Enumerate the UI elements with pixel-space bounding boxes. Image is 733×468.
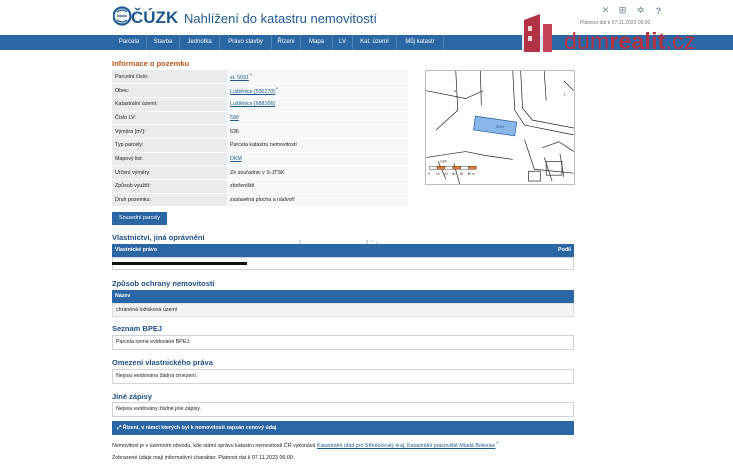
section-protection-title: Způsob ochrany nemovitosti bbox=[112, 279, 215, 288]
map-scale-bar: 0 10 20 30 40 50 m bbox=[428, 166, 477, 176]
info-value-cell: Parcela katastru nemovitostí bbox=[227, 138, 408, 153]
protection-header: Název bbox=[112, 290, 574, 303]
info-label: Způsob využití: bbox=[112, 179, 227, 194]
protection-row: chráněná ložisková území bbox=[112, 303, 574, 317]
bpej-row: Parcela nemá evidované BPEJ. bbox=[112, 335, 574, 350]
info-value-cell: Luštěnice [688106] bbox=[227, 97, 408, 112]
tools-icon[interactable]: ✕ bbox=[600, 5, 611, 16]
watermark-logo bbox=[522, 14, 552, 52]
svg-text:40: 40 bbox=[460, 172, 464, 176]
parcel-map[interactable]: 5091 4 1 1/24 0 10 20 30 40 50 m bbox=[425, 70, 575, 185]
restrictions-row: Nejsou evidována žádná omezení. bbox=[112, 369, 574, 384]
other-records-row: Nejsou evidovány žádné jiné zápisy. bbox=[112, 402, 574, 417]
cart-icon[interactable]: ⊞ bbox=[617, 5, 628, 16]
info-row: Číslo LV: 590 bbox=[112, 111, 408, 126]
external-link-icon: ↗ bbox=[248, 72, 253, 78]
info-row: Typ parcely: Parcela katastru nemovitostí bbox=[112, 138, 408, 153]
nav-stavba[interactable]: Stavba bbox=[147, 35, 180, 50]
info-label: Výměra [m²]: bbox=[112, 124, 227, 139]
office-note-text: Nemovitost je v územním obvodu, kde stát… bbox=[112, 442, 316, 449]
nav-rizeni[interactable]: Řízení bbox=[272, 35, 301, 50]
info-row: Obec: Luštěnice [536270]↗ bbox=[112, 83, 408, 98]
ownership-col-right: Vlastnické právo bbox=[115, 247, 158, 253]
info-row: Katastrální území: Luštěnice [688106] bbox=[112, 97, 408, 112]
parcel-info-table: Parcelní číslo: st. 5091↗ Obec: Luštěnice [… bbox=[112, 70, 408, 208]
info-value-cell: zastavěná plocha a nádvoří bbox=[227, 193, 408, 208]
cuzk-logo[interactable]: ČÚZK bbox=[113, 4, 183, 28]
info-row: Výměra [m²]: 636 bbox=[112, 124, 408, 139]
neighbors-button[interactable]: Sousední parcely bbox=[112, 212, 167, 225]
help-icon[interactable]: ? bbox=[653, 5, 664, 16]
info-value: 636 bbox=[230, 128, 239, 135]
info-value-link[interactable]: 590 bbox=[230, 115, 239, 121]
info-value-cell: 636 bbox=[227, 124, 408, 139]
section-ownership-title: Vlastnictví, jiná oprávnění bbox=[112, 233, 205, 242]
nav-kat-uzemi[interactable]: Kat. území bbox=[353, 35, 397, 50]
info-value: zbořeniště bbox=[230, 183, 255, 190]
info-row: Určení výměry: Ze souřadnic v S-JTSK bbox=[112, 165, 408, 180]
info-value-link[interactable]: Luštěnice [536270] bbox=[230, 89, 275, 95]
info-value: zastavěná plocha a nádvoří bbox=[230, 197, 295, 204]
info-value-cell: Ze souřadnic v S-JTSK bbox=[227, 165, 408, 180]
logo-text: ČÚZK bbox=[131, 8, 179, 27]
info-row: Druh pozemku: zastavěná plocha a nádvoří bbox=[112, 193, 408, 208]
validity-note: Platnost dat k 07.11.2023 06:00 bbox=[580, 20, 651, 26]
redacted-owner bbox=[112, 262, 247, 265]
info-value-cell: st. 5091↗ bbox=[227, 70, 408, 85]
info-value-link[interactable]: st. 5091 bbox=[230, 75, 249, 81]
ownership-header: Vlastnické právo Podíl bbox=[112, 244, 574, 257]
external-link-icon: ↗ bbox=[495, 440, 499, 445]
info-label: Typ parcely: bbox=[112, 138, 227, 153]
price-records-bar[interactable]: ⤢ Řízení, v rámci kterých byl k nemovito… bbox=[112, 421, 574, 435]
info-value-cell: DKM bbox=[227, 152, 408, 167]
info-value-link[interactable]: Luštěnice [688106] bbox=[230, 101, 275, 107]
info-label: Mapový list: bbox=[112, 152, 227, 167]
svg-text:10: 10 bbox=[436, 172, 440, 176]
data-validity-note: Zobrazené údaje mají informativní charak… bbox=[112, 455, 295, 461]
parcel-label: 5091 bbox=[496, 124, 505, 129]
nav-jednotka[interactable]: Jednotka bbox=[180, 35, 220, 50]
info-row: Mapový list: DKM bbox=[112, 152, 408, 167]
info-value: Parcela katastru nemovitostí bbox=[230, 142, 297, 149]
info-value-cell: Luštěnice [536270]↗ bbox=[227, 83, 408, 98]
office-link[interactable]: Katastrální úřad pro Středočeský kraj, K… bbox=[317, 443, 495, 449]
nav-muj-katastr[interactable]: Můj katastr bbox=[397, 35, 444, 50]
info-label: Parcelní číslo: bbox=[112, 70, 227, 85]
info-value-link[interactable]: DKM bbox=[230, 156, 242, 162]
section-other-records-title: Jiné zápisy bbox=[112, 392, 153, 401]
svg-text:20: 20 bbox=[444, 172, 448, 176]
info-label: Určení výměry: bbox=[112, 165, 227, 180]
map-label-2: 1/24 bbox=[440, 159, 447, 163]
svg-text:0: 0 bbox=[428, 172, 430, 176]
info-value-cell: zbořeniště bbox=[227, 179, 408, 194]
info-label: Katastrální území: bbox=[112, 97, 227, 112]
map-label-1: 4 bbox=[454, 90, 456, 94]
section-restrictions-title: Omezení vlastnického práva bbox=[112, 358, 213, 367]
external-link-icon: ↗ bbox=[274, 86, 279, 92]
ownership-col-share: Podíl bbox=[558, 247, 571, 253]
info-label: Druh pozemku: bbox=[112, 193, 227, 208]
info-label: Obec: bbox=[112, 83, 227, 98]
header-toolbar: ✕ ⊞ ✲ ? bbox=[600, 5, 668, 17]
svg-text:1: 1 bbox=[564, 93, 566, 97]
section-pozemek-title: Informace o pozemku bbox=[112, 59, 190, 68]
site-title: Nahlížení do katastru nemovitostí bbox=[184, 11, 377, 26]
nav-mapa[interactable]: Mapa bbox=[301, 35, 333, 50]
nav-parcela[interactable]: Parcela bbox=[112, 35, 147, 50]
info-value: Ze souřadnic v S-JTSK bbox=[230, 169, 285, 176]
info-row: Způsob využití: zbořeniště bbox=[112, 179, 408, 194]
office-note: Nemovitost je v územním obvodu, kde stát… bbox=[112, 440, 499, 449]
nav-lv[interactable]: LV bbox=[333, 35, 353, 50]
section-bpej-title: Seznam BPEJ bbox=[112, 324, 163, 333]
svg-text:50 m: 50 m bbox=[468, 172, 475, 176]
svg-text:30: 30 bbox=[452, 172, 456, 176]
watermark-text: dumrealit.cz bbox=[564, 28, 696, 54]
info-row: Parcelní číslo: st. 5091↗ bbox=[112, 70, 408, 85]
nav-pravo-stavby[interactable]: Právo stavby bbox=[220, 35, 272, 50]
gear-icon[interactable]: ✲ bbox=[635, 5, 646, 16]
info-value-cell: 590 bbox=[227, 111, 408, 126]
price-records-label: Řízení, v rámci kterých byl k nemovitost… bbox=[122, 425, 277, 431]
info-label: Číslo LV: bbox=[112, 111, 227, 126]
